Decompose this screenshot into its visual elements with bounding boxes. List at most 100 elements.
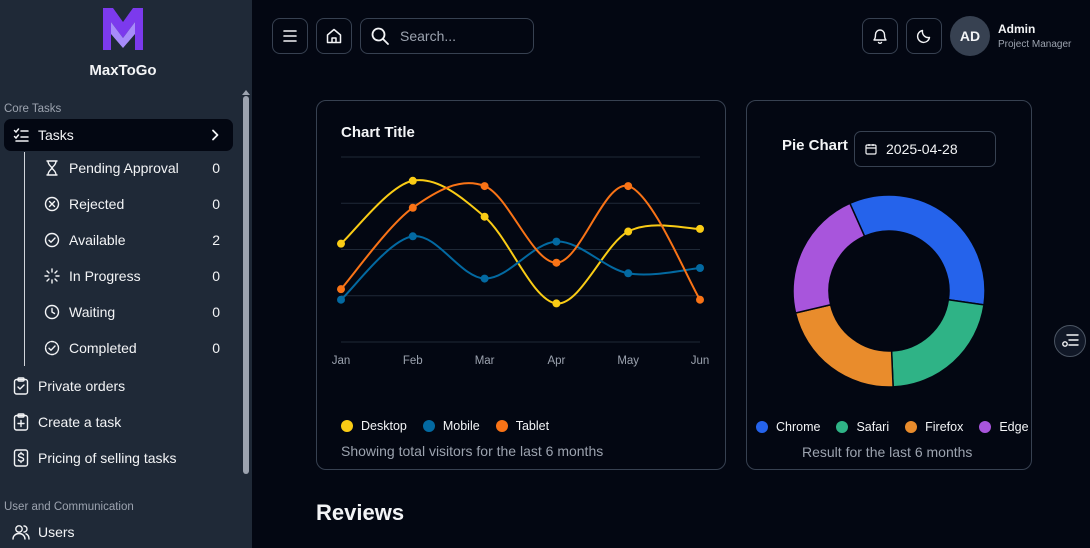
data-point-tablet-apr[interactable] bbox=[552, 258, 561, 267]
pie-slice-edge[interactable] bbox=[792, 202, 866, 314]
pie-slice-safari[interactable] bbox=[890, 298, 985, 388]
submenu-line bbox=[24, 152, 25, 366]
list-check-icon bbox=[12, 126, 30, 144]
data-point-mobile-apr[interactable] bbox=[552, 237, 561, 246]
legend-dot bbox=[905, 421, 918, 433]
legend-dot bbox=[756, 421, 768, 433]
sidebar: MaxToGo Core Tasks Tasks Pending Approva… bbox=[0, 0, 252, 548]
pie-chart-caption: Result for the last 6 months bbox=[802, 444, 973, 460]
sidebar-scrollbar[interactable] bbox=[243, 96, 249, 474]
sidebar-subitem-available[interactable]: Available 2 bbox=[44, 228, 220, 252]
data-point-tablet-feb[interactable] bbox=[408, 203, 417, 212]
x-tick-label: Mar bbox=[475, 355, 495, 367]
x-tick-label: Jun bbox=[691, 355, 710, 367]
line-chart-caption: Showing total visitors for the last 6 mo… bbox=[341, 443, 604, 459]
circle-check-icon bbox=[44, 340, 60, 356]
user-role: Project Manager bbox=[998, 39, 1072, 50]
legend-label: Safari bbox=[856, 420, 890, 434]
pie-slice-firefox[interactable] bbox=[794, 303, 894, 388]
date-value: 2025-04-28 bbox=[886, 141, 958, 157]
search-icon bbox=[370, 26, 390, 46]
data-point-desktop-feb[interactable] bbox=[408, 176, 417, 185]
avatar[interactable]: AD bbox=[950, 16, 990, 56]
menu-toggle-button[interactable] bbox=[272, 18, 308, 54]
dollar-file-icon bbox=[12, 449, 30, 467]
legend-dot bbox=[495, 420, 508, 432]
legend-item-desktop[interactable]: Desktop bbox=[341, 419, 407, 433]
moon-icon bbox=[916, 29, 931, 44]
legend-dot bbox=[341, 420, 353, 432]
date-picker-button[interactable]: 2025-04-28 bbox=[854, 131, 996, 167]
search-box[interactable] bbox=[360, 18, 534, 54]
legend-item-tablet[interactable]: Tablet bbox=[495, 419, 549, 433]
data-point-desktop-mar[interactable] bbox=[480, 212, 489, 221]
series-line-desktop bbox=[340, 179, 701, 305]
x-tick-label: May bbox=[617, 355, 639, 367]
search-input[interactable] bbox=[400, 28, 520, 44]
subitem-label: Waiting bbox=[69, 304, 116, 320]
section-label-user: User and Communication bbox=[4, 501, 134, 513]
line-chart: Jan Feb Mar Apr May Jun bbox=[332, 156, 710, 367]
circle-x-icon bbox=[44, 196, 60, 212]
legend-label: Desktop bbox=[361, 419, 407, 433]
theme-toggle-button[interactable] bbox=[906, 18, 942, 54]
sidebar-subitem-completed[interactable]: Completed 0 bbox=[44, 336, 220, 360]
legend-item-firefox[interactable]: Firefox bbox=[905, 420, 963, 434]
legend-item-safari[interactable]: Safari bbox=[836, 420, 889, 434]
data-point-desktop-jun[interactable] bbox=[696, 224, 704, 233]
legend-label: Firefox bbox=[925, 420, 964, 434]
sidebar-item-label: Users bbox=[38, 524, 75, 540]
sidebar-item-label: Tasks bbox=[38, 127, 74, 143]
scroll-up-arrow[interactable] bbox=[242, 90, 250, 95]
legend-item-edge[interactable]: Edge bbox=[979, 420, 1029, 434]
data-point-desktop-jan[interactable] bbox=[337, 239, 345, 248]
data-point-desktop-apr[interactable] bbox=[552, 299, 561, 308]
brand[interactable]: MaxToGo bbox=[0, 6, 246, 79]
data-point-tablet-jan[interactable] bbox=[337, 285, 345, 294]
pie-chart-title: Pie Chart bbox=[782, 137, 848, 154]
legend-label: Chrome bbox=[776, 420, 821, 434]
sidebar-subitem-rejected[interactable]: Rejected 0 bbox=[44, 192, 220, 216]
data-point-mobile-jan[interactable] bbox=[337, 295, 345, 304]
subitem-label: Completed bbox=[69, 340, 137, 356]
series-line-tablet bbox=[340, 182, 701, 301]
legend-item-chrome[interactable]: Chrome bbox=[756, 420, 820, 434]
sidebar-item-label: Pricing of selling tasks bbox=[38, 450, 177, 466]
pie-chart bbox=[792, 194, 986, 388]
x-tick-label: Feb bbox=[403, 355, 423, 367]
sidebar-item-tasks[interactable]: Tasks bbox=[4, 119, 233, 151]
clipboard-plus-icon bbox=[12, 413, 30, 431]
line-chart-title: Chart Title bbox=[341, 124, 415, 141]
data-point-tablet-may[interactable] bbox=[624, 182, 633, 191]
clock-icon bbox=[44, 304, 60, 320]
data-point-desktop-may[interactable] bbox=[624, 227, 633, 236]
sidebar-subitem-pending-approval[interactable]: Pending Approval 0 bbox=[44, 156, 220, 180]
user-name: Admin bbox=[998, 22, 1036, 36]
data-point-mobile-mar[interactable] bbox=[480, 274, 489, 283]
data-point-mobile-may[interactable] bbox=[624, 269, 633, 278]
subitem-label: Available bbox=[69, 232, 126, 248]
pie-slice-chrome[interactable] bbox=[848, 194, 986, 306]
data-point-tablet-jun[interactable] bbox=[696, 295, 704, 304]
sidebar-item-create-task[interactable]: Create a task bbox=[4, 406, 233, 438]
sidebar-subitem-in-progress[interactable]: In Progress 0 bbox=[44, 264, 220, 288]
users-icon bbox=[12, 523, 30, 541]
home-button[interactable] bbox=[316, 18, 352, 54]
sidebar-item-users[interactable]: Users bbox=[4, 516, 233, 548]
floating-settings-button[interactable] bbox=[1054, 325, 1086, 357]
section-label-core: Core Tasks bbox=[4, 103, 62, 115]
sidebar-item-private-orders[interactable]: Private orders bbox=[4, 370, 233, 402]
notifications-button[interactable] bbox=[862, 18, 898, 54]
data-point-tablet-mar[interactable] bbox=[480, 182, 489, 191]
subitem-label: Rejected bbox=[69, 196, 125, 212]
sidebar-item-pricing[interactable]: Pricing of selling tasks bbox=[4, 442, 233, 474]
legend-item-mobile[interactable]: Mobile bbox=[422, 419, 480, 433]
data-point-mobile-jun[interactable] bbox=[696, 264, 704, 272]
x-tick-label: Apr bbox=[547, 355, 565, 367]
sidebar-subitem-waiting[interactable]: Waiting 0 bbox=[44, 300, 220, 324]
data-point-mobile-feb[interactable] bbox=[408, 232, 417, 241]
hourglass-icon bbox=[44, 160, 60, 176]
circle-check-icon bbox=[44, 232, 60, 248]
legend-dot bbox=[979, 421, 992, 433]
calendar-icon bbox=[865, 143, 877, 155]
